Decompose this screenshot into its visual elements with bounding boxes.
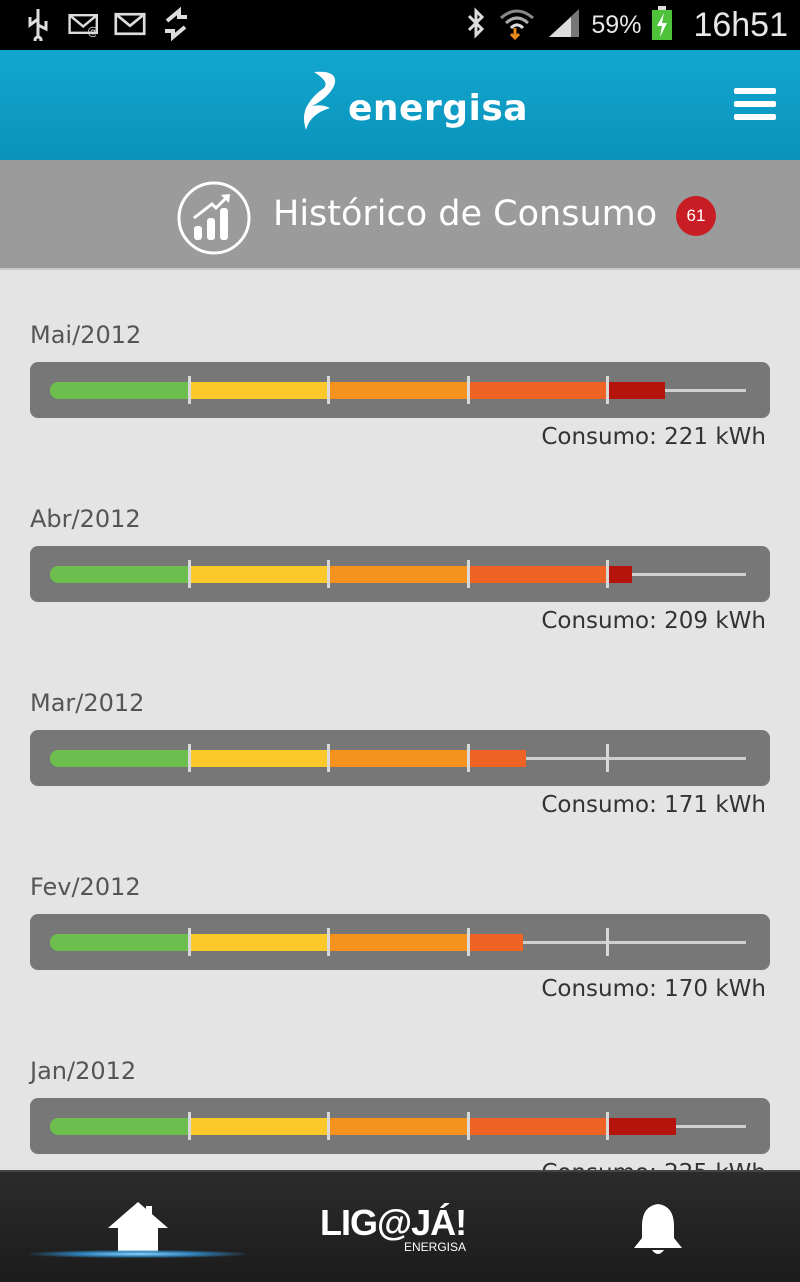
- email-icon: @: [68, 6, 100, 42]
- bar-segment: [606, 566, 632, 583]
- hamburger-line: [734, 101, 776, 107]
- home-button[interactable]: [30, 1172, 245, 1282]
- consumption-value: Consumo: 170 kWh: [541, 976, 766, 1002]
- bar-segment: [606, 382, 666, 399]
- consumption-value: Consumo: 221 kWh: [541, 424, 766, 450]
- month-row: Mai/2012 Consumo: 221 kWh: [30, 320, 770, 450]
- bar-segment: [328, 750, 468, 767]
- month-label: Abr/2012: [30, 505, 141, 533]
- bar-segment: [189, 566, 329, 583]
- bar-tick: [188, 1112, 192, 1140]
- usb-icon: [22, 6, 54, 42]
- menu-button[interactable]: [734, 88, 776, 122]
- bar-tick: [605, 744, 609, 772]
- liga-ja-sub: ENERGISA: [404, 1240, 467, 1254]
- bottom-navigation: LIG@JÁ! ENERGISA: [0, 1170, 800, 1282]
- bar-segment: [50, 566, 190, 583]
- bar-segment: [50, 934, 190, 951]
- liga-ja-logo: LIG@JÁ!: [320, 1202, 467, 1243]
- bar-segment: [328, 1118, 468, 1135]
- consumption-value: Consumo: 171 kWh: [541, 792, 766, 818]
- month-row: Abr/2012 Consumo: 209 kWh: [30, 504, 770, 634]
- consumption-value: Consumo: 209 kWh: [541, 608, 766, 634]
- consumption-history-list[interactable]: Mai/2012 Consumo: 221 kWh Abr/2012 Consumo:…: [0, 270, 800, 1170]
- month-row: Jan/2012 Consumo: 225 kWh: [30, 1056, 770, 1170]
- consumption-bar: [30, 546, 770, 602]
- wifi-icon: [497, 6, 537, 44]
- consumption-bar: [30, 914, 770, 970]
- bluetooth-icon: [465, 7, 487, 43]
- bar-tick: [188, 376, 192, 404]
- bar-segment: [50, 750, 190, 767]
- bar-tick: [327, 1112, 331, 1140]
- bar-tick: [466, 1112, 470, 1140]
- bar-segment: [328, 382, 468, 399]
- bar-tick: [188, 744, 192, 772]
- bar-segment: [467, 382, 607, 399]
- bar-segment: [606, 1118, 677, 1135]
- bar-tick: [466, 376, 470, 404]
- bar-tick: [466, 744, 470, 772]
- month-label: Jan/2012: [30, 1057, 137, 1085]
- bar-tick: [188, 928, 192, 956]
- bar-segment: [467, 566, 607, 583]
- sync-icon: [160, 6, 192, 42]
- chart-growth-icon: [177, 181, 251, 255]
- energisa-logo: energisa: [300, 68, 528, 138]
- consumption-bar: [30, 730, 770, 786]
- bar-segment: [189, 750, 329, 767]
- notifications-button[interactable]: [630, 1200, 700, 1270]
- bar-segment: [50, 382, 190, 399]
- bar-tick: [605, 560, 609, 588]
- bar-segment: [328, 566, 468, 583]
- hamburger-line: [734, 114, 776, 120]
- battery-percent: 59%: [591, 10, 642, 39]
- notification-bell-icon: [634, 1204, 682, 1254]
- bar-tick: [327, 376, 331, 404]
- battery-charging-icon: [651, 5, 673, 45]
- consumption-value: Consumo: 225 kWh: [30, 1160, 770, 1170]
- bar-tick: [327, 928, 331, 956]
- energisa-swoosh-icon: [304, 71, 336, 130]
- bar-tick: [605, 376, 609, 404]
- signal-icon: [547, 7, 581, 43]
- bar-segment: [467, 934, 524, 951]
- month-label: Fev/2012: [30, 873, 141, 901]
- bar-segment: [467, 1118, 607, 1135]
- page-title: Histórico de Consumo: [273, 194, 658, 234]
- bar-tick: [466, 560, 470, 588]
- notification-badge: 61: [676, 196, 716, 236]
- bar-segment: [189, 1118, 329, 1135]
- bar-tick: [466, 928, 470, 956]
- month-row: Mar/2012 Consumo: 171 kWh: [30, 688, 770, 818]
- consumption-bar: [30, 362, 770, 418]
- month-label: Mar/2012: [30, 689, 145, 717]
- bar-segment: [189, 934, 329, 951]
- bar-segment: [189, 382, 329, 399]
- month-label: Mai/2012: [30, 321, 142, 349]
- clock: 16h51: [693, 5, 788, 44]
- app-header: energisa: [0, 50, 800, 160]
- liga-ja-button[interactable]: LIG@JÁ! ENERGISA: [320, 1202, 480, 1262]
- status-bar: @ 59% 16h51: [0, 0, 800, 50]
- logo-text: energisa: [348, 87, 529, 129]
- bar-segment: [328, 934, 468, 951]
- bar-tick: [327, 744, 331, 772]
- month-row: Fev/2012 Consumo: 170 kWh: [30, 872, 770, 1002]
- consumption-bar: [30, 1098, 770, 1154]
- bar-segment: [467, 750, 527, 767]
- bar-tick: [188, 560, 192, 588]
- bar-tick: [605, 928, 609, 956]
- bar-segment: [50, 1118, 190, 1135]
- bar-tick: [327, 560, 331, 588]
- bar-tick: [605, 1112, 609, 1140]
- gmail-icon: [114, 6, 146, 42]
- hamburger-menu-icon: [734, 88, 776, 94]
- svg-text:@: @: [87, 25, 98, 38]
- active-tab-indicator: [30, 1250, 245, 1258]
